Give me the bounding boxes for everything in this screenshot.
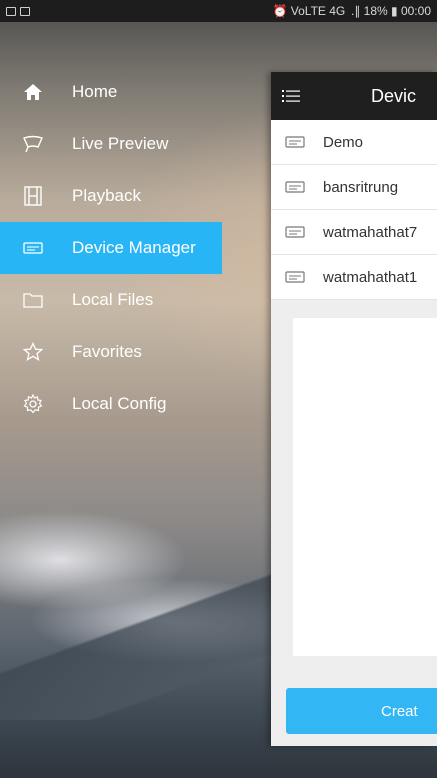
notification-icon: [20, 6, 30, 16]
drawer-item-playback[interactable]: Playback: [0, 170, 270, 222]
device-row[interactable]: watmahathat7: [271, 210, 437, 255]
gear-icon: [22, 393, 44, 415]
drawer-item-label: Local Files: [72, 290, 154, 309]
star-icon: [22, 341, 44, 363]
menu-button[interactable]: [271, 72, 311, 120]
drawer-item-label: Favorites: [72, 342, 142, 361]
status-right: ⏰ VoLTE 4G .∥ 18% ▮ 00:00: [273, 4, 431, 18]
device-row[interactable]: watmahathat1: [271, 255, 437, 300]
drawer-item-label: Live Preview: [72, 134, 169, 153]
device-icon: [285, 270, 307, 284]
drawer-item-local-files[interactable]: Local Files: [0, 274, 270, 326]
device-info-card: [293, 318, 437, 656]
device-name: watmahathat1: [323, 268, 418, 286]
device-icon: [285, 135, 307, 149]
drawer-item-label: Playback: [72, 186, 141, 205]
device-row[interactable]: Demo: [271, 120, 437, 165]
panel-header: Devic: [271, 72, 437, 120]
device-icon: [285, 225, 307, 239]
drawer-item-live-preview[interactable]: Live Preview: [0, 118, 270, 170]
status-text: ⏰ VoLTE 4G .∥ 18% ▮ 00:00: [272, 4, 431, 18]
device-manager-icon: [22, 237, 44, 259]
device-icon: [285, 180, 307, 194]
notification-icons: [6, 6, 30, 16]
create-button-label: Creat: [381, 702, 418, 720]
home-icon: [22, 81, 44, 103]
drawer-item-favorites[interactable]: Favorites: [0, 326, 270, 378]
page-title: Devic: [371, 85, 417, 106]
drawer-item-label: Home: [72, 82, 118, 101]
device-name: watmahathat7: [323, 223, 418, 241]
navigation-drawer: Home Live Preview Playback Device Manage…: [0, 66, 270, 430]
folder-icon: [22, 289, 44, 311]
create-button[interactable]: Creat: [286, 688, 437, 734]
drawer-item-label: Local Config: [72, 394, 167, 413]
drawer-item-local-config[interactable]: Local Config: [0, 378, 270, 430]
device-name: bansritrung: [323, 178, 399, 196]
drawer-item-home[interactable]: Home: [0, 66, 270, 118]
device-name: Demo: [323, 133, 364, 151]
device-manager-panel: Devic Demo bansritrung watmahathat7 watm…: [271, 72, 437, 746]
list-menu-icon: [282, 90, 300, 102]
device-row[interactable]: bansritrung: [271, 165, 437, 210]
notification-icon: [6, 6, 16, 16]
status-bar: ⏰ VoLTE 4G .∥ 18% ▮ 00:00: [0, 0, 437, 22]
playback-icon: [22, 185, 44, 207]
live-preview-icon: [22, 133, 44, 155]
drawer-item-label: Device Manager: [72, 238, 196, 257]
drawer-item-device-manager[interactable]: Device Manager: [0, 222, 222, 274]
